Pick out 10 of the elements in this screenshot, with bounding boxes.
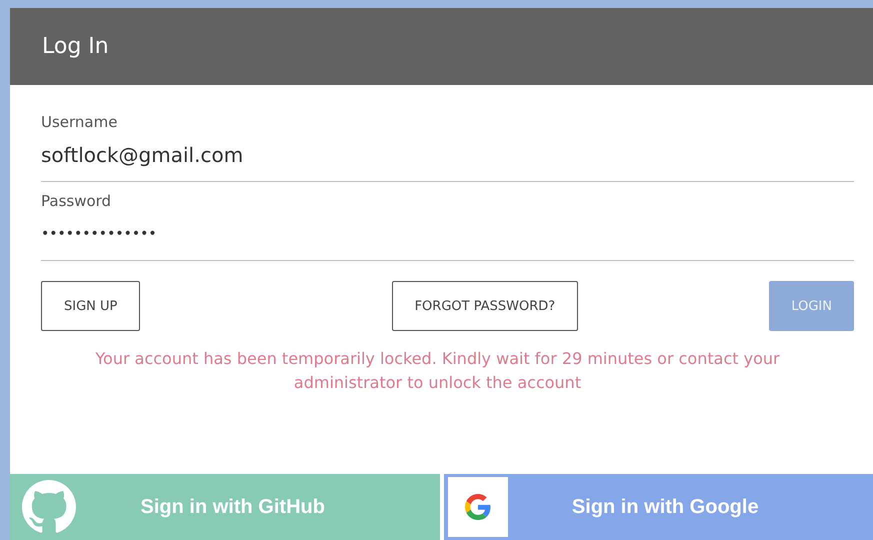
cat-silhouette-icon [22, 480, 76, 534]
username-field[interactable]: softlock@gmail.com [41, 139, 854, 182]
password-field[interactable]: •••••••••••••• [41, 218, 854, 261]
dialog-title: Log In [42, 34, 109, 59]
field-label: Password [41, 192, 112, 210]
forgot-password-button[interactable]: FORGOT PASSWORD? [392, 281, 578, 331]
field-label: Username [41, 113, 118, 131]
sign-up-button[interactable]: SIGN UP [41, 281, 140, 331]
error-message: Your account has been temporarily locked. Kindly wait for 29 minutes or contact your administrator to unlock the account [94, 348, 781, 394]
g-logo-icon [464, 494, 490, 520]
